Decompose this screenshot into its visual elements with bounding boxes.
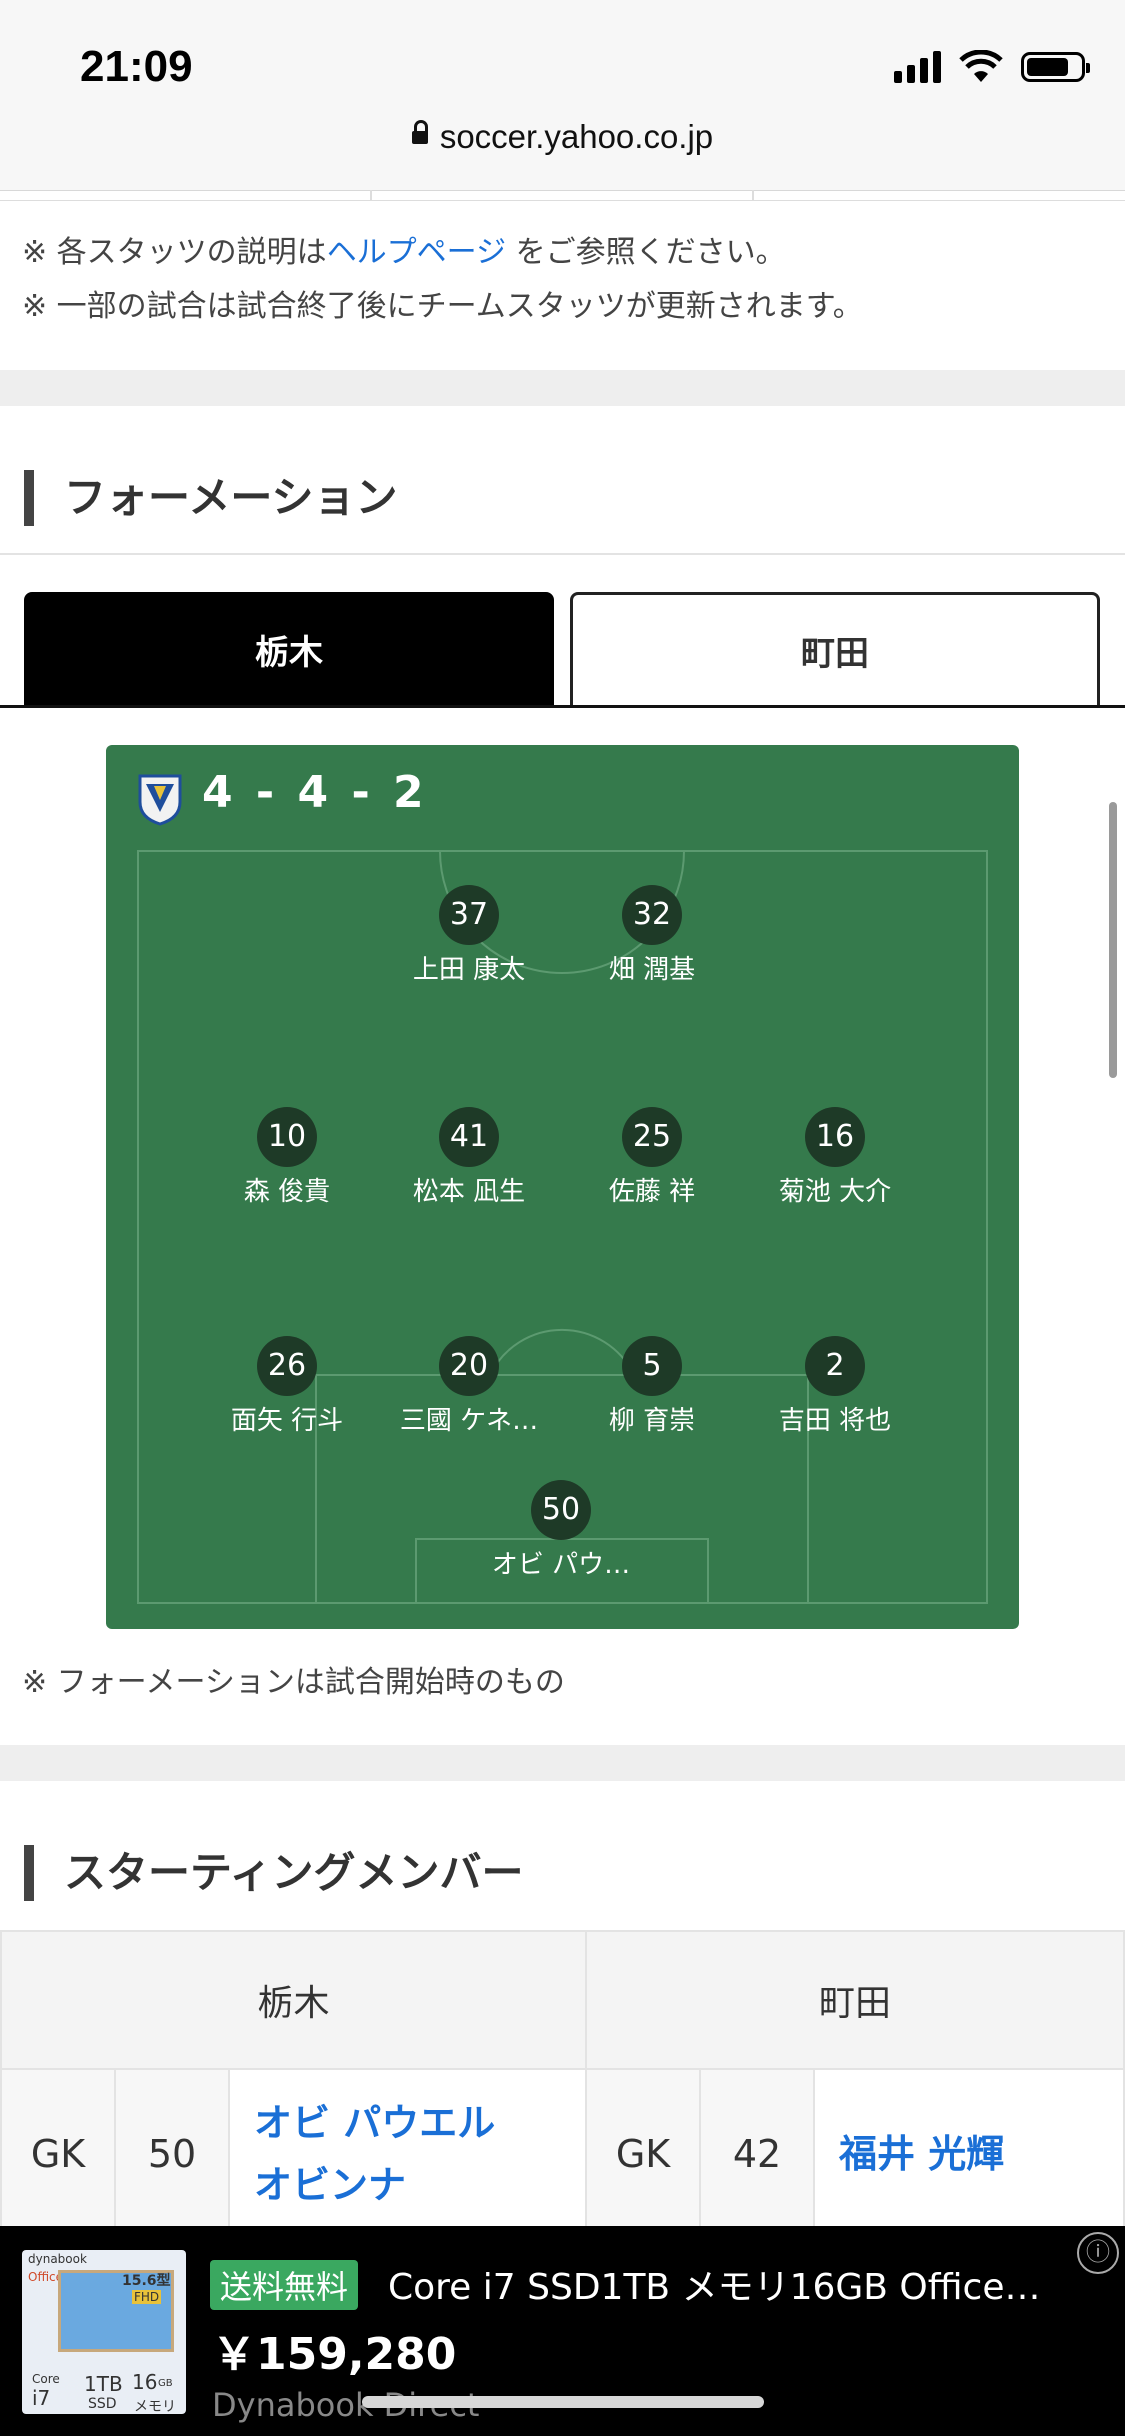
formation-label: 4 - 4 - 2 <box>202 767 428 818</box>
table-row: GK 50 オビ パウエル オビンナ GK 42 福井 光輝 <box>0 2068 1125 2240</box>
starting-section-title: スターティングメンバー <box>24 1845 523 1901</box>
player-name-link[interactable]: オビ パウエル オビンナ <box>228 2068 587 2240</box>
url-text: soccer.yahoo.co.jp <box>439 118 714 155</box>
player-name: 柳 育崇 <box>608 1406 696 1436</box>
section-divider <box>0 370 1125 406</box>
pitch-player[interactable]: 41 松本 凪生 <box>369 1107 569 1208</box>
help-page-link[interactable]: ヘルプページ <box>327 235 506 270</box>
away-team-header: 町田 <box>585 1930 1125 2070</box>
player-name-link[interactable]: 福井 光輝 <box>813 2068 1125 2240</box>
ad-title: Core i7 SSD1TB メモリ16GB Office… <box>388 2267 1041 2308</box>
player-number: 26 <box>257 1336 317 1396</box>
system-icons <box>894 50 1090 84</box>
player-name: 森 俊貴 <box>243 1177 331 1207</box>
address-bar[interactable]: soccer.yahoo.co.jp <box>0 118 1125 156</box>
player-name: 上田 康太 <box>412 955 526 985</box>
player-name: 菊池 大介 <box>778 1177 892 1207</box>
player-name: 松本 凪生 <box>412 1177 526 1207</box>
tab-underline <box>0 705 1125 708</box>
pitch-player[interactable]: 5 柳 育崇 <box>552 1336 752 1437</box>
formation-pitch: 4 - 4 - 2 37 上田 康太 32 畑 潤基 10 森 俊貴 41 松本… <box>106 745 1019 1629</box>
number-cell: 50 <box>114 2068 230 2240</box>
pitch-player[interactable]: 2 吉田 将也 <box>735 1336 935 1437</box>
player-number: 16 <box>805 1107 865 1167</box>
formation-section-title: フォーメーション <box>24 470 397 526</box>
player-number: 50 <box>531 1480 591 1540</box>
player-name: 畑 潤基 <box>608 955 696 985</box>
pitch-player[interactable]: 10 森 俊貴 <box>187 1107 387 1208</box>
player-number: 5 <box>622 1336 682 1396</box>
note-help: ※ 各スタッツの説明はヘルプページ をご参照ください。 <box>22 235 786 270</box>
ad-product-image: dynabook Office 15.6型 FHD Core i7 1TB SS… <box>22 2250 186 2414</box>
pitch-player[interactable]: 50 オビ パウ… <box>461 1480 661 1581</box>
info-icon[interactable]: ⓘ <box>1077 2232 1119 2274</box>
player-number: 25 <box>622 1107 682 1167</box>
player-name: 三國 ケネ… <box>399 1406 539 1436</box>
player-number: 32 <box>622 885 682 945</box>
stats-notes: ※ 各スタッツの説明はヘルプページ をご参照ください。 ※ 一部の試合は試合終了… <box>22 226 863 334</box>
note-update: ※ 一部の試合は試合終了後にチームスタッツが更新されます。 <box>22 289 863 324</box>
free-shipping-badge: 送料無料 <box>210 2260 359 2310</box>
position-cell: GK <box>0 2068 116 2240</box>
player-name: オビ パウ… <box>491 1550 631 1580</box>
player-number: 20 <box>439 1336 499 1396</box>
pitch-player[interactable]: 32 畑 潤基 <box>552 885 752 986</box>
divider <box>0 553 1125 555</box>
player-number: 10 <box>257 1107 317 1167</box>
starting-members-table: 栃木 町田 GK 50 オビ パウエル オビンナ GK 42 福井 光輝 <box>0 1930 1125 2240</box>
tab-home-team[interactable]: 栃木 <box>24 592 554 706</box>
cellular-signal-icon <box>894 51 941 83</box>
formation-note: ※ フォーメーションは試合開始時のもの <box>22 1665 565 1700</box>
wifi-icon <box>959 50 1003 82</box>
pitch-player[interactable]: 37 上田 康太 <box>369 885 569 986</box>
position-cell: GK <box>585 2068 701 2240</box>
player-number: 37 <box>439 885 499 945</box>
lock-icon <box>411 119 428 144</box>
number-cell: 42 <box>699 2068 815 2240</box>
table-stub <box>0 190 1125 201</box>
pitch-player[interactable]: 20 三國 ケネ… <box>369 1336 569 1437</box>
player-name: 佐藤 祥 <box>608 1177 696 1207</box>
player-number: 2 <box>805 1336 865 1396</box>
pitch-player[interactable]: 25 佐藤 祥 <box>552 1107 752 1208</box>
player-number: 41 <box>439 1107 499 1167</box>
pitch-player[interactable]: 26 面矢 行斗 <box>187 1336 387 1437</box>
clock: 21:09 <box>80 42 193 91</box>
player-name: 面矢 行斗 <box>230 1406 344 1436</box>
home-team-header: 栃木 <box>0 1930 587 2070</box>
ad-price: ￥159,280 <box>212 2329 457 2380</box>
home-indicator[interactable] <box>362 2396 764 2408</box>
section-divider <box>0 1745 1125 1781</box>
player-name: 吉田 将也 <box>778 1406 892 1436</box>
battery-icon <box>1021 52 1090 82</box>
team-emblem-icon <box>138 774 182 826</box>
browser-status-bar: 21:09 soccer.yahoo.co.jp <box>0 0 1125 191</box>
tab-away-team[interactable]: 町田 <box>570 592 1100 706</box>
pitch-player[interactable]: 16 菊池 大介 <box>735 1107 935 1208</box>
scrollbar[interactable] <box>1109 802 1117 1078</box>
table-header-row: 栃木 町田 <box>0 1930 1125 2070</box>
